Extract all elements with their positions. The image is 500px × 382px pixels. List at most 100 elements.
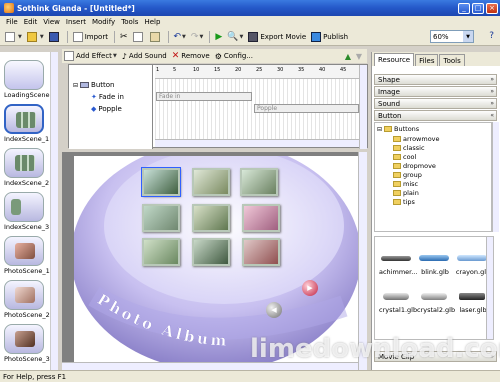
section-shape[interactable]: Shape » — [374, 74, 497, 85]
move-up-icon[interactable]: ▲ — [345, 52, 351, 61]
redo-icon: ↷ — [190, 31, 199, 42]
config-button[interactable]: ⚙ Config... — [213, 49, 255, 63]
menu-edit[interactable]: Edit — [21, 18, 41, 26]
next-arrow-button[interactable]: ▶ — [302, 280, 318, 296]
main-toolbar: ▼ ▼ Import ✂ ↶ ▼ ↷ ▼ ▶ 🔍 ▼ Export Movie Pub… — [0, 28, 500, 46]
folder-icon — [393, 136, 401, 142]
menu-view[interactable]: View — [40, 18, 63, 26]
ruler-tick: 35 — [298, 67, 305, 73]
tab-files[interactable]: Files — [415, 54, 439, 66]
svg-text:Photo Album: Photo Album — [94, 290, 230, 350]
publish-label: Publish — [323, 32, 349, 41]
tree-folder[interactable]: plain — [393, 189, 419, 197]
resource-item[interactable]: crystal1.glb — [379, 289, 417, 314]
import-label: Import — [84, 32, 108, 41]
toolbar-separator — [209, 30, 211, 43]
scene-item[interactable]: LoadingScene — [4, 60, 50, 99]
folder-icon — [393, 181, 401, 187]
add-effect-icon — [64, 51, 74, 61]
effect-icon: ✦ — [91, 93, 97, 101]
collapse-icon[interactable]: ⊟ — [73, 82, 78, 89]
timeline-row[interactable]: ◆ Popple — [91, 103, 122, 115]
tree-scrollbar[interactable] — [492, 122, 499, 232]
scene-label: LoadingScene — [4, 91, 50, 99]
timeline-row[interactable]: ⊟ Button — [73, 79, 114, 91]
tree-folder[interactable]: classic — [393, 144, 425, 152]
open-button[interactable]: ▼ — [25, 30, 46, 44]
maximize-button[interactable]: □ — [472, 2, 484, 14]
tab-tools[interactable]: Tools — [439, 54, 465, 66]
tree-folder[interactable]: arrowmove — [393, 135, 440, 143]
publish-button[interactable]: Publish — [309, 30, 350, 44]
play-button[interactable]: ▶ — [213, 30, 224, 44]
cut-button[interactable]: ✂ — [118, 30, 130, 44]
add-sound-button[interactable]: ♪ Add Sound — [120, 49, 169, 63]
tree-label: misc — [403, 180, 419, 188]
paste-button[interactable] — [148, 30, 164, 44]
scene-label: PhotoScene_3 — [4, 355, 50, 363]
resource-item[interactable]: blink.glb — [417, 251, 453, 276]
tree-root[interactable]: ⊟ Buttons — [377, 125, 419, 133]
folder-icon — [393, 145, 401, 151]
export-movie-label: Export Movie — [260, 32, 307, 41]
scene-item[interactable]: IndexScene_3 — [4, 192, 49, 231]
redo-button[interactable]: ↷ ▼ — [189, 30, 205, 44]
timeline-row[interactable]: ✦ Fade in — [91, 91, 124, 103]
tree-folder[interactable]: misc — [393, 180, 418, 188]
menu-help[interactable]: Help — [141, 18, 163, 26]
undo-button[interactable]: ↶ ▼ — [172, 30, 188, 44]
curve-text: Photo Album — [94, 290, 227, 350]
close-button[interactable]: × — [486, 2, 498, 14]
copy-button[interactable] — [131, 30, 147, 44]
tab-resource[interactable]: Resource — [374, 53, 415, 66]
scene-item[interactable]: PhotoScene_3 — [4, 324, 50, 363]
export-movie-button[interactable]: Export Movie — [246, 30, 308, 44]
new-button[interactable]: ▼ — [3, 30, 24, 44]
move-down-icon[interactable]: ▼ — [356, 52, 362, 61]
section-button[interactable]: Button « — [374, 110, 497, 121]
tree-label: plain — [403, 189, 419, 197]
undo-icon: ↶ — [173, 31, 182, 42]
gallery-scrollbar[interactable] — [486, 237, 493, 339]
timeline-bar[interactable]: Fade in — [156, 92, 252, 101]
status-bar: For Help, press F1 — [0, 370, 500, 382]
scene-item[interactable]: PhotoScene_2 — [4, 280, 50, 319]
section-image[interactable]: Image » — [374, 86, 497, 97]
menu-tools[interactable]: Tools — [118, 18, 141, 26]
add-effect-button[interactable]: Add Effect ▼ — [62, 49, 119, 63]
scene-item[interactable]: IndexScene_2 — [4, 148, 49, 187]
tree-folder[interactable]: group — [393, 171, 422, 179]
resource-item[interactable]: crystal2.glb — [417, 289, 455, 314]
button-preview — [417, 251, 451, 265]
timeline-vertical-scrollbar[interactable] — [359, 65, 367, 149]
resource-item[interactable]: achimmer... — [379, 251, 417, 276]
preview-button[interactable]: 🔍 ▼ — [225, 30, 245, 44]
ruler-tick: 40 — [319, 67, 326, 73]
import-button[interactable]: Import — [71, 30, 110, 44]
help-icon[interactable]: ? — [489, 31, 494, 41]
tree-folder[interactable]: dropmove — [393, 162, 436, 170]
timeline-horizontal-scrollbar[interactable] — [155, 139, 359, 147]
stage-canvas[interactable]: Photo Album ▶ ◀ — [74, 156, 358, 362]
menu-file[interactable]: File — [3, 18, 21, 26]
scene-scrollbar[interactable] — [50, 52, 58, 370]
minimize-button[interactable]: _ — [458, 2, 470, 14]
scene-thumbnail — [4, 236, 44, 266]
toolbar-separator — [167, 30, 169, 43]
scene-item[interactable]: PhotoScene_1 — [4, 236, 50, 275]
remove-button[interactable]: ✕ Remove — [170, 49, 212, 63]
save-button[interactable] — [47, 30, 63, 44]
cut-icon: ✂ — [119, 31, 128, 42]
menu-insert[interactable]: Insert — [63, 18, 89, 26]
scene-item[interactable]: IndexScene_1 — [4, 104, 49, 143]
tree-folder[interactable]: tips — [393, 198, 415, 206]
ruler-tick: 15 — [214, 67, 221, 73]
collapse-icon[interactable]: ⊟ — [377, 126, 382, 133]
section-sound[interactable]: Sound » — [374, 98, 497, 109]
tree-folder[interactable]: cool — [393, 153, 416, 161]
timeline-bar[interactable]: Popple — [254, 104, 359, 113]
import-icon — [72, 31, 83, 42]
menu-modify[interactable]: Modify — [89, 18, 118, 26]
prev-arrow-button[interactable]: ◀ — [266, 302, 282, 318]
zoom-select[interactable]: 60% ▼ — [430, 30, 474, 43]
